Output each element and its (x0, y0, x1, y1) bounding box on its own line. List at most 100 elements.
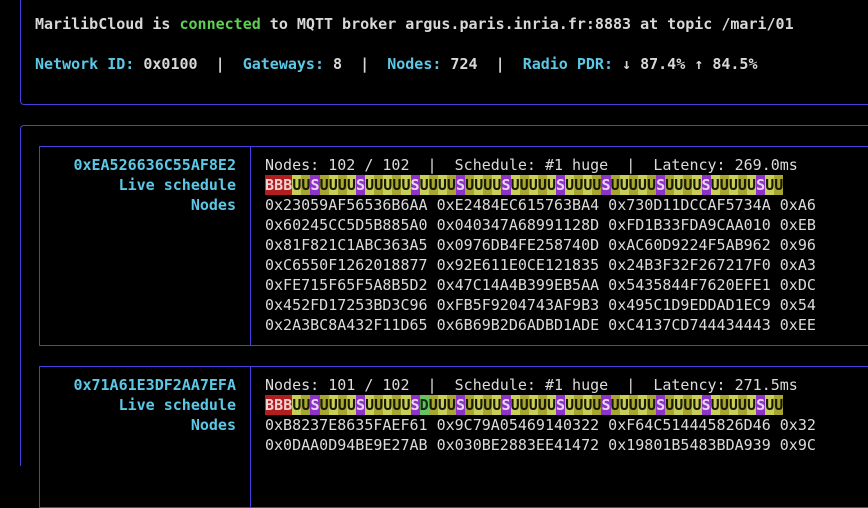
schedule-slot: U (546, 395, 556, 415)
schedule-slot: U (337, 395, 347, 415)
gateway-id: 0xEA526636C55AF8E2 (73, 156, 236, 174)
schedule-slot: U (383, 175, 393, 195)
schedule-slot: S (601, 175, 611, 195)
connection-state: connected (179, 15, 261, 33)
schedule-slot: U (628, 395, 638, 415)
schedule-slot: U (646, 175, 657, 195)
schedule-slot: U (292, 395, 302, 415)
schedule-slot: U (319, 175, 329, 195)
schedule-slot: S (355, 395, 366, 415)
schedule-slot: U (692, 395, 702, 415)
gateways-value: 8 (324, 55, 343, 73)
schedule-slot: U (374, 175, 384, 195)
schedule-slot: U (628, 175, 638, 195)
schedule-slot: U (565, 175, 575, 195)
schedule-slot: U (528, 395, 538, 415)
schedule-slot: U (328, 395, 338, 415)
schedule-slot: U (483, 175, 493, 195)
schedule-slot: U (446, 395, 456, 415)
schedule-slot: S (310, 175, 320, 195)
schedule-slot: U (583, 395, 593, 415)
schedule-bar: BBBUUSUUUUSUUUUUSDUUUSUUUUSUUUUUSUUUUSUU… (265, 395, 784, 415)
schedule-slot: U (646, 395, 657, 415)
network-id-label: Network ID: (35, 55, 135, 73)
schedule-slot: U (537, 395, 547, 415)
status-text-1: is (143, 15, 180, 33)
schedule-slot: U (583, 175, 593, 195)
schedule-slot: U (474, 395, 484, 415)
live-schedule-label: Live schedule (118, 176, 236, 194)
schedule-slot: S (756, 175, 766, 195)
schedule-slot: U (437, 395, 447, 415)
schedule-slot: U (383, 395, 393, 415)
schedule-slot: U (510, 175, 520, 195)
nodes-label: Nodes: (387, 55, 442, 73)
stats-separator: | (342, 55, 388, 73)
network-stats: Network ID: 0x0100 | Gateways: 8 | Nodes… (35, 54, 758, 74)
schedule-slot: S (455, 395, 466, 415)
schedule-slot: U (619, 175, 629, 195)
schedule-slot: S (701, 175, 711, 195)
gateway-info: 0x71A61E3DF2AA7EFA Live schedule Nodes (40, 367, 251, 507)
schedule-slot: U (728, 175, 738, 195)
schedule-slot: S (355, 175, 366, 195)
schedule-slot: U (328, 175, 338, 195)
gateway-card: 0xEA526636C55AF8E2 Live schedule Nodes N… (39, 146, 868, 346)
schedule-slot: U (683, 175, 693, 195)
app-name: MarilibCloud (35, 15, 144, 33)
schedule-slot: U (474, 175, 484, 195)
gateway-id: 0x71A61E3DF2AA7EFA (73, 376, 236, 394)
schedule-slot: S (410, 175, 420, 195)
schedule-slot: U (592, 175, 602, 195)
schedule-slot: U (483, 395, 493, 415)
schedule-slot: U (346, 395, 356, 415)
status-text-2: to MQTT broker argus.paris.inria.fr:8883… (260, 15, 794, 33)
schedule-slot: U (674, 175, 684, 195)
schedule-slot: U (301, 395, 311, 415)
schedule-slot: S (556, 395, 566, 415)
schedule-slot: S (310, 395, 320, 415)
schedule-slot: S (601, 395, 611, 415)
gateway-summary: Nodes: 101 / 102 | Schedule: #1 huge | L… (265, 376, 798, 394)
schedule-slot: U (592, 395, 602, 415)
gateway-detail: Nodes: 101 / 102 | Schedule: #1 huge | L… (265, 367, 868, 507)
schedule-slot: U (765, 395, 775, 415)
schedule-slot: U (365, 175, 375, 195)
schedule-slot: S (556, 175, 566, 195)
node-row: 0x452FD17253BD3C96 0xFB5F9204743AF9B3 0x… (265, 296, 816, 314)
node-row: 0x0DAA0D94BE9E27AB 0x030BE2883EE41472 0x… (265, 436, 816, 454)
gateway-info: 0xEA526636C55AF8E2 Live schedule Nodes (40, 147, 251, 345)
schedule-slot: U (619, 395, 629, 415)
schedule-slot: U (292, 175, 302, 195)
gateway-card: 0x71A61E3DF2AA7EFA Live schedule Nodes N… (39, 366, 868, 508)
schedule-slot: U (465, 175, 475, 195)
network-id-value: 0x0100 (134, 55, 198, 73)
schedule-slot: U (492, 175, 502, 195)
schedule-slot: U (465, 395, 475, 415)
schedule-slot: S (656, 175, 666, 195)
node-row: 0xB8237E8635FAEF61 0x9C79A05469140322 0x… (265, 416, 816, 434)
gateway-summary: Nodes: 102 / 102 | Schedule: #1 huge | L… (265, 156, 798, 174)
schedule-slot: U (528, 175, 538, 195)
schedule-slot: U (746, 395, 757, 415)
schedule-slot: B (283, 175, 293, 195)
schedule-slot: U (319, 395, 329, 415)
schedule-slot: S (701, 395, 711, 415)
schedule-slot: U (610, 395, 620, 415)
schedule-slot: U (665, 175, 675, 195)
schedule-slot: U (574, 395, 584, 415)
gateways-panel[interactable]: 0xEA526636C55AF8E2 Live schedule Nodes N… (20, 125, 868, 508)
schedule-slot: S (455, 175, 466, 195)
schedule-slot: S (501, 395, 511, 415)
node-row: 0xC6550F1262018877 0x92E611E0CE121835 0x… (265, 256, 816, 274)
schedule-slot: U (428, 395, 438, 415)
schedule-slot: U (710, 175, 720, 195)
schedule-slot: U (437, 175, 447, 195)
schedule-slot: B (274, 175, 284, 195)
schedule-slot: D (419, 395, 429, 415)
schedule-slot: U (401, 395, 411, 415)
schedule-slot: U (301, 175, 311, 195)
live-schedule-label: Live schedule (118, 396, 236, 414)
schedule-slot: U (637, 175, 647, 195)
schedule-slot: U (365, 395, 375, 415)
